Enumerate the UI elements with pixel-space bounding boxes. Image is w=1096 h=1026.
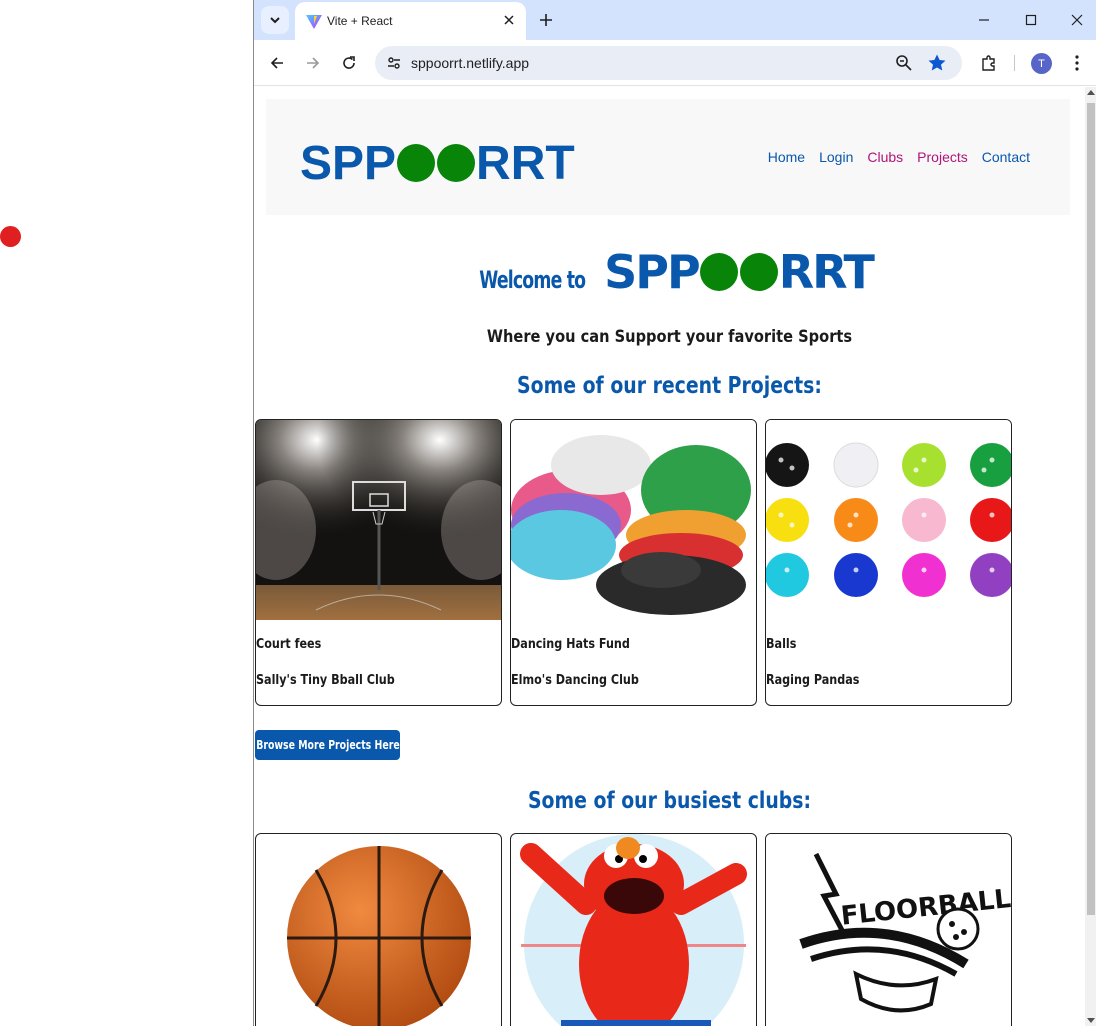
scroll-up-arrow-icon[interactable]	[1087, 90, 1095, 95]
forward-button[interactable]	[302, 52, 324, 74]
tab-search-button[interactable]	[261, 6, 289, 34]
nav-link-projects[interactable]: Projects	[917, 149, 968, 165]
tagline: Where you can Support your favorite Spor…	[486, 327, 853, 347]
toolbar-divider	[1014, 55, 1015, 71]
reload-button[interactable]	[338, 52, 360, 74]
logo-text-left: SPP	[300, 136, 397, 190]
project-image-basketball-court	[256, 420, 501, 620]
floorball-logo-image: FLOORBALL	[766, 834, 1011, 1026]
arrow-left-icon	[270, 57, 283, 69]
project-club: Sally's Tiny Bball Club	[256, 673, 395, 688]
clubs-heading: Some of our busiest clubs:	[527, 788, 812, 814]
minimize-button[interactable]	[974, 10, 994, 30]
extensions-button[interactable]	[978, 52, 1000, 74]
close-icon	[504, 15, 514, 25]
pickleballs-image	[766, 420, 1011, 620]
tab-strip: Vite + React	[254, 0, 1096, 40]
project-title: Balls	[766, 637, 797, 652]
browse-projects-button[interactable]: Browse More Projects Here	[255, 730, 400, 760]
browse-projects-label: Browse More Projects Here	[255, 738, 400, 752]
tune-icon	[388, 57, 400, 69]
logo-ball-icon	[437, 144, 476, 182]
nav-link-home[interactable]: Home	[768, 149, 805, 165]
projects-grid: Court fees Sally's Tiny Bball Club Danci…	[255, 419, 1012, 706]
project-club: Raging Pandas	[766, 673, 860, 688]
site-logo[interactable]: SPP RRT	[300, 133, 575, 193]
nav-link-login[interactable]: Login	[819, 149, 853, 165]
tab-title: Vite + React	[327, 14, 393, 28]
welcome-logo: SPP RRT	[604, 245, 875, 299]
page-scrollbar[interactable]	[1085, 87, 1096, 1026]
logo-text-right: RRT	[476, 136, 575, 190]
site-info-button[interactable]	[385, 54, 403, 72]
scroll-down-arrow-icon[interactable]	[1087, 1018, 1095, 1023]
plus-icon	[540, 14, 552, 26]
profile-avatar[interactable]: T	[1031, 53, 1052, 74]
new-tab-button[interactable]	[536, 10, 556, 30]
project-image-pickleballs	[766, 420, 1011, 620]
welcome-logo-right: RRT	[778, 245, 875, 299]
project-title: Dancing Hats Fund	[511, 637, 630, 652]
page-viewport: SPP RRT Home Login Clubs Projects Contact We…	[254, 87, 1085, 1026]
elmo-dancing-image	[520, 834, 747, 1026]
main-nav: Home Login Clubs Projects Contact	[768, 149, 1030, 165]
logo-ball-icon	[739, 253, 778, 291]
site-header: SPP RRT Home Login Clubs Projects Contact	[266, 99, 1070, 215]
club-card[interactable]	[255, 833, 502, 1026]
minimize-icon	[979, 19, 989, 21]
tab-close-button[interactable]	[500, 11, 518, 29]
maximize-icon	[1025, 14, 1037, 26]
arrow-right-icon	[307, 57, 320, 69]
project-club: Elmo's Dancing Club	[511, 673, 639, 688]
vite-logo-icon	[306, 15, 322, 29]
close-window-button[interactable]	[1067, 10, 1087, 30]
nav-link-contact[interactable]: Contact	[982, 149, 1030, 165]
projects-heading: Some of our recent Projects:	[517, 373, 822, 399]
welcome-heading: Welcome to SPP RRT	[254, 245, 1085, 299]
chevron-down-icon	[270, 17, 280, 24]
back-button[interactable]	[266, 52, 288, 74]
project-card[interactable]: Balls Raging Pandas	[765, 419, 1012, 706]
clubs-grid: FLOORBALL	[255, 833, 1012, 1026]
project-title: Court fees	[256, 637, 322, 652]
maximize-button[interactable]	[1021, 10, 1041, 30]
club-card[interactable]: FLOORBALL	[765, 833, 1012, 1026]
address-bar[interactable]: sppoorrt.netlify.app	[375, 46, 962, 80]
url-text: sppoorrt.netlify.app	[411, 55, 530, 71]
sequin-hats-image	[511, 420, 756, 620]
scroll-thumb[interactable]	[1087, 103, 1095, 915]
project-image-sequin-hats	[511, 420, 756, 620]
nav-link-clubs[interactable]: Clubs	[867, 149, 903, 165]
welcome-logo-left: SPP	[604, 245, 701, 299]
browser-toolbar: sppoorrt.netlify.app T	[254, 40, 1096, 86]
browser-window: Vite + React sppoorrt.netlify.app T SPP …	[253, 0, 1096, 1026]
reload-icon	[343, 56, 355, 69]
project-card[interactable]: Court fees Sally's Tiny Bball Club	[255, 419, 502, 706]
logo-ball-icon	[699, 253, 738, 291]
club-card[interactable]	[510, 833, 757, 1026]
basketball-image	[287, 846, 471, 1026]
close-icon	[1071, 14, 1083, 26]
zoom-icon[interactable]	[895, 54, 913, 72]
kebab-menu-icon	[1075, 55, 1079, 71]
cursor-marker-dot	[0, 226, 21, 247]
browser-tab[interactable]: Vite + React	[295, 2, 526, 40]
welcome-prefix: Welcome to	[479, 266, 586, 294]
bookmark-star-icon[interactable]	[927, 53, 947, 73]
puzzle-icon	[982, 55, 995, 71]
browser-menu-button[interactable]	[1066, 52, 1088, 74]
basketball-court-image	[256, 420, 501, 620]
project-card[interactable]: Dancing Hats Fund Elmo's Dancing Club	[510, 419, 757, 706]
logo-ball-icon	[397, 144, 436, 182]
